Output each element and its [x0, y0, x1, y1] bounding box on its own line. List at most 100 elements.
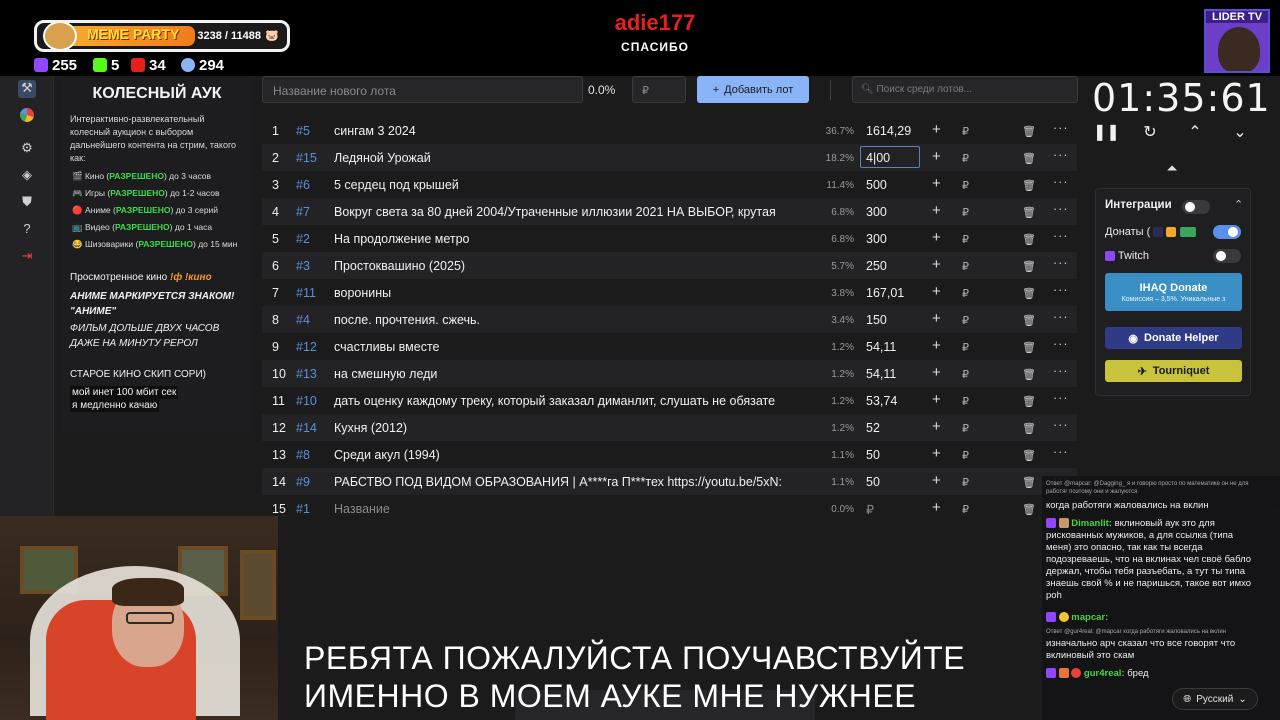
lot-amount[interactable]: 150 [866, 313, 887, 327]
trash-icon[interactable]: 🗑︎ [1022, 287, 1036, 300]
more-icon[interactable]: ··· [1053, 391, 1069, 405]
ihaq-donate-button[interactable]: IHAQ Donate Комиссия – 3,5%. Уникальные … [1105, 273, 1242, 311]
lot-search-input[interactable]: 🔍︎ Поиск среди лотов... [852, 76, 1078, 103]
add-amount-icon[interactable]: + [932, 148, 941, 165]
currency-icon[interactable]: ₽ [962, 125, 969, 138]
lot-name[interactable]: воронины [334, 286, 810, 300]
add-amount-icon[interactable]: + [932, 175, 941, 192]
lot-amount[interactable]: 300 [866, 205, 887, 219]
trash-icon[interactable]: 🗑︎ [1022, 314, 1036, 327]
trash-icon[interactable]: 🗑︎ [1022, 179, 1036, 192]
currency-icon[interactable]: ₽ [962, 422, 969, 435]
settings-icon[interactable]: ⚙ [18, 140, 36, 158]
lot-amount[interactable]: 52 [866, 421, 880, 435]
pause-icon[interactable]: ❚❚ [1093, 122, 1120, 142]
lot-name[interactable]: сингам 3 2024 [334, 124, 810, 138]
add-amount-icon[interactable]: + [932, 445, 941, 462]
lot-amount[interactable]: 4|00 [866, 151, 890, 165]
more-icon[interactable]: ··· [1053, 418, 1069, 432]
add-lot-button[interactable]: + Добавить лот [697, 76, 809, 103]
add-amount-icon[interactable]: + [932, 337, 941, 354]
currency-icon[interactable]: ₽ [962, 152, 969, 165]
chat-username[interactable]: gur4real: [1084, 668, 1125, 679]
add-amount-icon[interactable]: + [932, 472, 941, 489]
lot-amount[interactable]: 300 [866, 232, 887, 246]
lot-name[interactable]: Ледяной Урожай [334, 151, 810, 165]
currency-icon[interactable]: ₽ [962, 260, 969, 273]
lot-amount[interactable]: 50 [866, 475, 880, 489]
donations-toggle[interactable] [1213, 225, 1241, 239]
lot-amount[interactable]: ₽ [866, 502, 874, 517]
more-icon[interactable]: ··· [1053, 229, 1069, 243]
lot-amount[interactable]: 250 [866, 259, 887, 273]
auction-icon[interactable]: ⚒ [18, 80, 36, 98]
shield-icon[interactable]: ⛊ [18, 194, 36, 212]
currency-icon[interactable]: ₽ [962, 179, 969, 192]
trash-icon[interactable]: 🗑︎ [1022, 125, 1036, 138]
trash-icon[interactable]: 🗑︎ [1022, 341, 1036, 354]
lot-name[interactable]: Среди акул (1994) [334, 448, 810, 462]
add-amount-icon[interactable]: + [932, 229, 941, 246]
chat-username[interactable]: Dimanlit: [1071, 518, 1112, 529]
new-lot-input[interactable]: Название нового лота [262, 76, 583, 103]
lot-amount[interactable]: 54,11 [866, 340, 896, 354]
add-amount-icon[interactable]: + [932, 499, 941, 516]
add-amount-icon[interactable]: + [932, 121, 941, 138]
chevron-down-icon[interactable]: ⌄ [1228, 122, 1252, 142]
chevron-up-icon[interactable]: ⌃ [1234, 198, 1243, 211]
integrations-toggle[interactable] [1182, 200, 1210, 214]
lot-amount[interactable]: 167,01 [866, 286, 904, 300]
more-icon[interactable]: ··· [1053, 148, 1069, 162]
logout-icon[interactable]: ⇥ [18, 248, 36, 266]
lot-amount[interactable]: 500 [866, 178, 887, 192]
currency-icon[interactable]: ₽ [962, 395, 969, 408]
restart-icon[interactable]: ↻ [1138, 122, 1162, 142]
new-lot-amount-input[interactable]: ₽ [632, 76, 686, 103]
tourniquet-button[interactable]: ✈ Tourniquet [1105, 360, 1242, 382]
lot-amount[interactable]: 1614,29 [866, 124, 911, 138]
chat-username[interactable]: mapcar: [1071, 612, 1108, 623]
add-amount-icon[interactable]: + [932, 283, 941, 300]
add-amount-icon[interactable]: + [932, 364, 941, 381]
currency-icon[interactable]: ₽ [962, 341, 969, 354]
more-icon[interactable]: ··· [1053, 283, 1069, 297]
currency-icon[interactable]: ₽ [962, 314, 969, 327]
trash-icon[interactable]: 🗑︎ [1022, 503, 1036, 516]
currency-icon[interactable]: ₽ [962, 368, 969, 381]
trash-icon[interactable]: 🗑︎ [1022, 395, 1036, 408]
trash-icon[interactable]: 🗑︎ [1022, 422, 1036, 435]
more-icon[interactable]: ··· [1053, 364, 1069, 378]
help-icon[interactable]: ? [18, 221, 36, 239]
trash-icon[interactable]: 🗑︎ [1022, 152, 1036, 165]
lot-name[interactable]: счастливы вместе [334, 340, 810, 354]
lot-name[interactable]: Кухня (2012) [334, 421, 810, 435]
currency-icon[interactable]: ₽ [962, 476, 969, 489]
lot-name[interactable]: после. прочтения. сжечь. [334, 313, 810, 327]
add-amount-icon[interactable]: + [932, 310, 941, 327]
trash-icon[interactable]: 🗑︎ [1022, 206, 1036, 219]
add-amount-icon[interactable]: + [932, 202, 941, 219]
currency-icon[interactable]: ₽ [962, 206, 969, 219]
wheel-icon[interactable] [20, 108, 34, 122]
more-icon[interactable]: ··· [1053, 121, 1069, 135]
more-icon[interactable]: ··· [1053, 310, 1069, 324]
add-amount-icon[interactable]: + [932, 256, 941, 273]
lot-name[interactable]: 5 сердец под крышей [334, 178, 810, 192]
trash-icon[interactable]: 🗑︎ [1022, 368, 1036, 381]
lot-amount[interactable]: 54,11 [866, 367, 896, 381]
lot-name[interactable]: на смешную леди [334, 367, 810, 381]
more-icon[interactable]: ··· [1053, 337, 1069, 351]
lot-amount[interactable]: 53,74 [866, 394, 897, 408]
lot-name[interactable]: На продолжение метро [334, 232, 810, 246]
add-amount-icon[interactable]: + [932, 418, 941, 435]
lot-name[interactable]: РАБСТВО ПОД ВИДОМ ОБРАЗОВАНИЯ | А****га … [334, 475, 810, 489]
trash-icon[interactable]: 🗑︎ [1022, 476, 1036, 489]
currency-icon[interactable]: ₽ [962, 503, 969, 516]
add-amount-icon[interactable]: + [932, 391, 941, 408]
donate-helper-button[interactable]: ◉ Donate Helper [1105, 327, 1242, 349]
trash-icon[interactable]: 🗑︎ [1022, 260, 1036, 273]
language-select[interactable]: 🌐︎ Русский ⌄ [1172, 688, 1258, 710]
lot-name[interactable]: дать оценку каждому треку, который заказ… [334, 394, 810, 408]
currency-icon[interactable]: ₽ [962, 449, 969, 462]
chevron-up-icon[interactable]: ⌃ [1183, 122, 1207, 142]
